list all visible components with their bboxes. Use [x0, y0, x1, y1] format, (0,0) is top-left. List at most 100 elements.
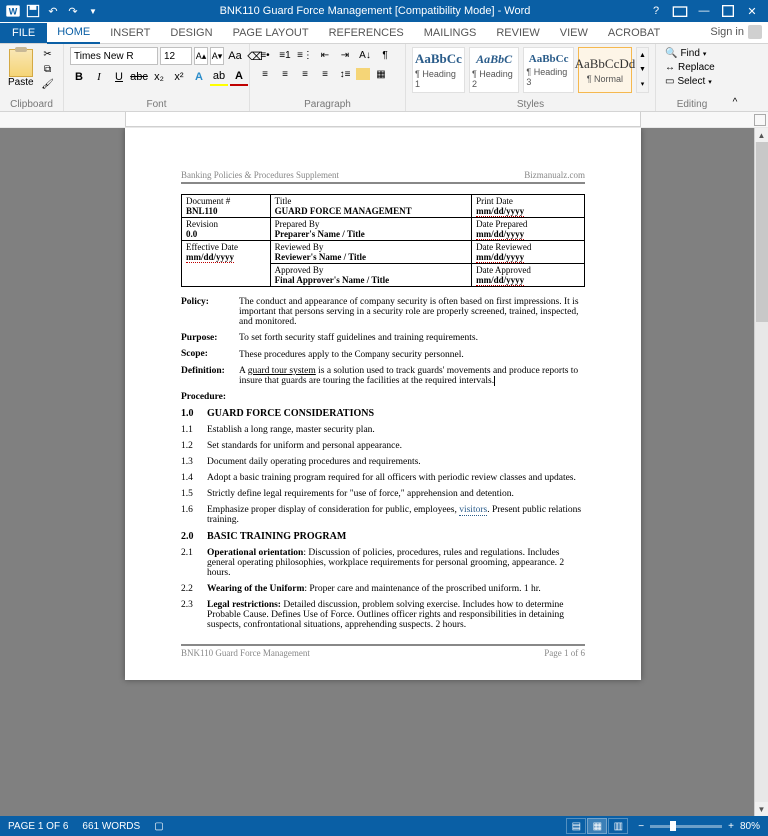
zoom-controls: − + 80%: [638, 821, 760, 832]
definition-label: Definition:: [181, 366, 239, 386]
justify-icon[interactable]: ≡: [316, 66, 334, 82]
zoom-in-icon[interactable]: +: [728, 821, 734, 832]
replace-button[interactable]: ↔Replace: [662, 61, 718, 74]
tab-design[interactable]: DESIGN: [160, 23, 222, 43]
style-heading2[interactable]: AaBbC¶ Heading 2: [469, 47, 519, 93]
document-page[interactable]: Banking Policies & Procedures Supplement…: [125, 128, 641, 680]
table-row: Revision0.0 Prepared ByPreparer's Name /…: [182, 218, 585, 241]
font-color-icon[interactable]: A: [230, 68, 248, 86]
align-right-icon[interactable]: ≡: [296, 66, 314, 82]
scroll-up-icon[interactable]: ▲: [755, 128, 768, 142]
strikethrough-icon[interactable]: abc: [130, 68, 148, 86]
decrease-indent-icon[interactable]: ⇤: [316, 47, 334, 63]
qat-dropdown-icon[interactable]: ▼: [84, 2, 102, 20]
sign-in-link[interactable]: Sign in: [704, 21, 768, 43]
item-text: Adopt a basic training program required …: [207, 473, 585, 483]
quick-access-toolbar: W ↶ ↷ ▼: [4, 2, 102, 20]
print-layout-icon[interactable]: ▦: [587, 818, 607, 834]
find-button[interactable]: 🔍Find ▾: [662, 47, 718, 60]
meta-label: Reviewed By: [275, 242, 324, 252]
paste-button[interactable]: Paste: [6, 47, 36, 90]
policy-text: The conduct and appearance of company se…: [239, 297, 585, 327]
sign-in-label: Sign in: [710, 26, 744, 38]
tab-mailings[interactable]: MAILINGS: [414, 23, 487, 43]
multilevel-list-icon[interactable]: ≡⋮: [296, 47, 314, 63]
change-case-icon[interactable]: Aa: [226, 47, 244, 65]
sort-icon[interactable]: A↓: [356, 47, 374, 63]
meta-label: Date Approved: [476, 265, 531, 275]
tab-acrobat[interactable]: ACROBAT: [598, 23, 670, 43]
section-num: 1.0: [181, 408, 207, 419]
help-icon[interactable]: ?: [648, 3, 664, 19]
tab-view[interactable]: VIEW: [550, 23, 598, 43]
superscript-icon[interactable]: x²: [170, 68, 188, 86]
ruler-toggle[interactable]: [754, 114, 766, 126]
word-app-icon[interactable]: W: [4, 2, 22, 20]
statusbar: PAGE 1 OF 6 661 WORDS ▢ ▤ ▦ ▥ − + 80%: [0, 816, 768, 836]
copy-icon[interactable]: ⧉: [40, 62, 56, 76]
style-normal[interactable]: AaBbCcDd¶ Normal: [578, 47, 632, 93]
numbering-icon[interactable]: ≡1: [276, 47, 294, 63]
page-indicator[interactable]: PAGE 1 OF 6: [8, 821, 68, 832]
undo-icon[interactable]: ↶: [44, 2, 62, 20]
tab-home[interactable]: HOME: [47, 22, 100, 44]
maximize-icon[interactable]: [720, 3, 736, 19]
increase-indent-icon[interactable]: ⇥: [336, 47, 354, 63]
shrink-font-icon[interactable]: A▾: [210, 47, 224, 65]
font-name-input[interactable]: [70, 47, 158, 65]
collapse-ribbon-icon[interactable]: ^: [728, 44, 742, 111]
close-icon[interactable]: ✕: [744, 3, 760, 19]
text-cursor: [494, 376, 496, 386]
scope-row: Scope:These procedures apply to the Comp…: [181, 349, 585, 360]
borders-icon[interactable]: ▦: [372, 66, 390, 82]
align-center-icon[interactable]: ≡: [276, 66, 294, 82]
ribbon-display-icon[interactable]: [672, 3, 688, 19]
style-heading3[interactable]: AaBbCc¶ Heading 3: [523, 47, 573, 93]
read-mode-icon[interactable]: ▤: [566, 818, 586, 834]
highlight-icon[interactable]: ab: [210, 68, 228, 86]
select-button[interactable]: ▭Select ▾: [662, 75, 718, 88]
styles-more-icon[interactable]: ▲▼▾: [636, 47, 649, 93]
align-left-icon[interactable]: ≡: [256, 66, 274, 82]
scroll-down-icon[interactable]: ▼: [755, 802, 768, 816]
footer-right: Page 1 of 6: [544, 648, 585, 658]
tab-page-layout[interactable]: PAGE LAYOUT: [223, 23, 319, 43]
view-buttons: ▤ ▦ ▥: [566, 818, 628, 834]
minimize-icon[interactable]: —: [696, 3, 712, 19]
tab-insert[interactable]: INSERT: [100, 23, 160, 43]
bullets-icon[interactable]: ≡•: [256, 47, 274, 63]
zoom-thumb[interactable]: [670, 821, 676, 831]
format-painter-icon[interactable]: 🖌: [40, 77, 56, 91]
save-icon[interactable]: [24, 2, 42, 20]
zoom-level[interactable]: 80%: [740, 821, 760, 832]
proofing-icon[interactable]: ▢: [154, 821, 163, 832]
group-label-editing: Editing: [662, 97, 722, 110]
line-spacing-icon[interactable]: ↕≡: [336, 66, 354, 82]
redo-icon[interactable]: ↷: [64, 2, 82, 20]
cut-icon[interactable]: ✂: [40, 47, 56, 61]
font-size-input[interactable]: [160, 47, 192, 65]
text-effects-icon[interactable]: A: [190, 68, 208, 86]
grow-font-icon[interactable]: A▴: [194, 47, 208, 65]
underline-button[interactable]: U: [110, 68, 128, 86]
zoom-slider[interactable]: [650, 825, 722, 828]
tab-file[interactable]: FILE: [0, 23, 47, 43]
tab-references[interactable]: REFERENCES: [319, 23, 414, 43]
subscript-icon[interactable]: x₂: [150, 68, 168, 86]
group-label-styles: Styles: [412, 97, 649, 110]
bold-button[interactable]: B: [70, 68, 88, 86]
svg-text:W: W: [9, 6, 18, 16]
word-count[interactable]: 661 WORDS: [82, 821, 140, 832]
scroll-thumb[interactable]: [756, 142, 768, 322]
web-layout-icon[interactable]: ▥: [608, 818, 628, 834]
replace-label: Replace: [678, 62, 715, 73]
italic-button[interactable]: I: [90, 68, 108, 86]
style-heading1[interactable]: AaBbCc¶ Heading 1: [412, 47, 465, 93]
item-text: Establish a long range, master security …: [207, 425, 585, 435]
tab-review[interactable]: REVIEW: [486, 23, 549, 43]
group-styles: AaBbCc¶ Heading 1 AaBbC¶ Heading 2 AaBbC…: [406, 44, 656, 111]
horizontal-ruler[interactable]: [125, 112, 641, 127]
zoom-out-icon[interactable]: −: [638, 821, 644, 832]
show-hide-icon[interactable]: ¶: [376, 47, 394, 63]
shading-icon[interactable]: [356, 68, 370, 80]
